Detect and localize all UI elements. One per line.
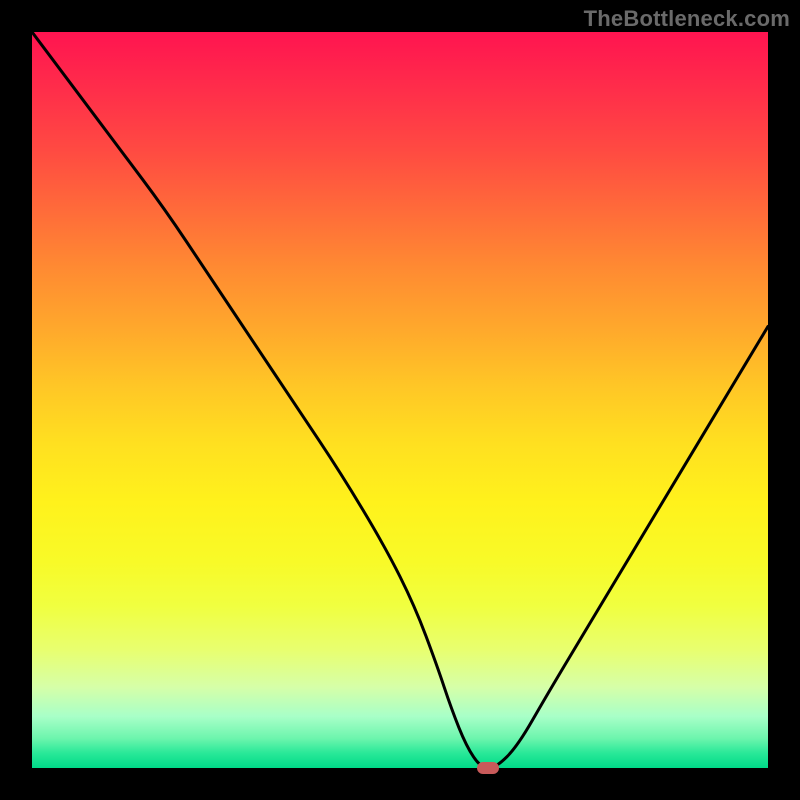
curve-path xyxy=(32,32,768,768)
plot-area xyxy=(32,32,768,768)
bottleneck-curve xyxy=(32,32,768,768)
attribution-text: TheBottleneck.com xyxy=(584,6,790,32)
chart-frame: TheBottleneck.com xyxy=(0,0,800,800)
optimal-marker xyxy=(477,762,499,774)
